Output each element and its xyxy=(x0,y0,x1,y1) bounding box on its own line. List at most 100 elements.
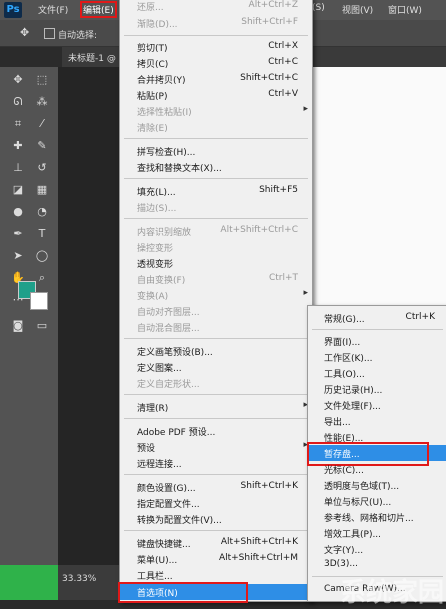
menu-item-shortcut: Ctrl+X xyxy=(268,41,298,51)
brush-tool-icon[interactable]: ✎ xyxy=(34,139,50,153)
menu-item-content-aware-scale[interactable]: 内容识别缩放 Alt+Shift+Ctrl+C xyxy=(120,223,312,239)
pen-tool-icon[interactable]: ✒ xyxy=(10,227,26,241)
healing-brush-icon[interactable]: ✚ xyxy=(10,139,26,153)
pref-3d[interactable]: 3D(3)... xyxy=(308,557,446,573)
menu-item-cut[interactable]: 剪切(T) Ctrl+X xyxy=(120,39,312,55)
menu-item-label: Adobe PDF 预设... xyxy=(137,428,216,438)
gradient-tool-icon[interactable]: ▦ xyxy=(34,183,50,197)
document-canvas[interactable] xyxy=(311,67,446,306)
menu-item-clear[interactable]: 清除(E) xyxy=(120,119,312,135)
menu-item-define-shape[interactable]: 定义自定形状... xyxy=(120,375,312,391)
pref-export[interactable]: 导出... xyxy=(308,413,446,429)
pref-scratch-disks[interactable]: 暂存盘... xyxy=(307,442,446,466)
menu-item-label: 拷贝(C) xyxy=(137,60,169,70)
menu-item-label: 首选项(N) xyxy=(137,589,178,599)
menu-item-presets[interactable]: 预设 ▸ xyxy=(120,439,312,455)
move-tool-icon[interactable]: ✥ xyxy=(10,73,26,87)
crop-tool-icon[interactable]: ⌗ xyxy=(10,117,26,131)
submenu-arrow-icon: ▸ xyxy=(303,288,308,298)
edit-menu: 还原... Alt+Ctrl+Z 渐隐(D)... Shift+Ctrl+F 剪切(… xyxy=(118,0,313,603)
pref-type[interactable]: 文字(Y)... xyxy=(308,541,446,557)
menu-item-find-replace[interactable]: 查找和替换文本(X)... xyxy=(120,159,312,175)
menu-divider xyxy=(124,338,308,339)
menu-item-label: 指定配置文件... xyxy=(137,500,200,510)
menu-item-define-pattern[interactable]: 定义图案... xyxy=(120,359,312,375)
menu-view[interactable]: 视图(V) xyxy=(342,3,373,16)
menu-item-stroke[interactable]: 描边(S)... xyxy=(120,199,312,215)
menu-item-label: 单位与标尺(U)... xyxy=(324,498,392,508)
menu-item-label: 粘贴(P) xyxy=(137,92,168,102)
screen-mode-icon[interactable]: ▭ xyxy=(34,319,50,333)
menu-item-toolbar[interactable]: 工具栏... xyxy=(120,567,312,583)
type-tool-icon[interactable]: T xyxy=(34,227,50,241)
pref-guides-grid-slices[interactable]: 参考线、网格和切片... xyxy=(308,509,446,525)
pref-transparency-gamut[interactable]: 透明度与色域(T)... xyxy=(308,477,446,493)
menu-item-color-settings[interactable]: 颜色设置(G)... Shift+Ctrl+K xyxy=(120,479,312,495)
lasso-tool-icon[interactable]: ᘏ xyxy=(10,95,26,109)
menu-item-auto-blend[interactable]: 自动混合图层... xyxy=(120,319,312,335)
menu-divider xyxy=(124,530,308,531)
menu-edit[interactable]: 编辑(E) xyxy=(80,1,117,18)
menu-window[interactable]: 窗口(W) xyxy=(388,3,422,16)
menu-item-spell-check[interactable]: 拼写检查(H)... xyxy=(120,143,312,159)
menu-item-convert-profile[interactable]: 转换为配置文件(V)... xyxy=(120,511,312,527)
pref-plugins[interactable]: 增效工具(P)... xyxy=(308,525,446,541)
document-tab[interactable]: 未标题-1 @ xyxy=(68,51,116,64)
menu-item-puppet-warp[interactable]: 操控变形 xyxy=(120,239,312,255)
menu-item-label: 导出... xyxy=(324,418,351,428)
menu-item-pdf-presets[interactable]: Adobe PDF 预设... xyxy=(120,423,312,439)
pref-general[interactable]: 常规(G)... Ctrl+K xyxy=(308,310,446,326)
menu-item-shortcut: Shift+F5 xyxy=(259,185,298,195)
background-color-swatch[interactable] xyxy=(30,292,48,310)
path-select-icon[interactable]: ➤ xyxy=(10,249,26,263)
stamp-tool-icon[interactable]: ⊥ xyxy=(10,161,26,175)
menu-item-paste-special[interactable]: 选择性粘贴(I) ▸ xyxy=(120,103,312,119)
menu-item-menus[interactable]: 菜单(U)... Alt+Shift+Ctrl+M xyxy=(120,551,312,567)
menu-file[interactable]: 文件(F) xyxy=(38,3,68,16)
eyedropper-tool-icon[interactable]: ⁄ xyxy=(34,117,50,131)
zoom-tool-icon[interactable]: ⌕ xyxy=(34,271,50,285)
pref-tools[interactable]: 工具(O)... xyxy=(308,365,446,381)
menu-item-copy[interactable]: 拷贝(C) Ctrl+C xyxy=(120,55,312,71)
menu-item-auto-align[interactable]: 自动对齐图层... xyxy=(120,303,312,319)
ellipse-tool-icon[interactable]: ◯ xyxy=(34,249,50,263)
menu-item-shortcut: Alt+Shift+Ctrl+K xyxy=(220,537,298,547)
pref-workspace[interactable]: 工作区(K)... xyxy=(308,349,446,365)
menu-item-label: 透视变形 xyxy=(137,260,174,270)
menu-item-undo[interactable]: 还原... Alt+Ctrl+Z xyxy=(120,0,312,14)
menu-item-keyboard-shortcuts[interactable]: 键盘快捷键... Alt+Shift+Ctrl+K xyxy=(120,535,312,551)
menu-item-assign-profile[interactable]: 指定配置文件... xyxy=(120,495,312,511)
move-tool-icon[interactable]: ✥ xyxy=(20,26,29,39)
menu-item-preferences[interactable]: 首选项(N) xyxy=(118,582,312,603)
menu-item-perspective-warp[interactable]: 透视变形 xyxy=(120,255,312,271)
quick-select-tool-icon[interactable]: ⁂ xyxy=(34,95,50,109)
menu-divider xyxy=(124,138,308,139)
menu-item-free-transform[interactable]: 自由变换(F) Ctrl+T xyxy=(120,271,312,287)
menu-item-label: 合并拷贝(Y) xyxy=(137,76,186,86)
menu-item-define-brush[interactable]: 定义画笔预设(B)... xyxy=(120,343,312,359)
submenu-arrow-icon: ▸ xyxy=(303,104,308,114)
history-brush-icon[interactable]: ↺ xyxy=(34,161,50,175)
menu-item-fill[interactable]: 填充(L)... Shift+F5 xyxy=(120,183,312,199)
pref-units-rulers[interactable]: 单位与标尺(U)... xyxy=(308,493,446,509)
blur-tool-icon[interactable]: ● xyxy=(10,205,26,219)
marquee-tool-icon[interactable]: ⬚ xyxy=(34,73,50,87)
pref-interface[interactable]: 界面(I)... xyxy=(308,333,446,349)
menu-item-label: 描边(S)... xyxy=(137,204,177,214)
menu-item-copy-merged[interactable]: 合并拷贝(Y) Shift+Ctrl+C xyxy=(120,71,312,87)
menu-item-shortcut: Shift+Ctrl+K xyxy=(240,481,298,491)
menu-select[interactable]: (S) xyxy=(312,3,325,13)
eraser-tool-icon[interactable]: ◪ xyxy=(10,183,26,197)
menu-item-transform[interactable]: 变换(A) ▸ xyxy=(120,287,312,303)
pref-cursors[interactable]: 光标(C)... xyxy=(308,461,446,477)
menu-item-purge[interactable]: 清理(R) ▸ xyxy=(120,399,312,415)
menu-item-fade[interactable]: 渐隐(D)... Shift+Ctrl+F xyxy=(120,15,312,31)
quick-mask-icon[interactable]: ◙ xyxy=(10,319,26,333)
menu-item-remote-connections[interactable]: 远程连接... xyxy=(120,455,312,471)
menu-item-paste[interactable]: 粘贴(P) Ctrl+V xyxy=(120,87,312,103)
auto-select-checkbox[interactable] xyxy=(44,28,55,39)
pref-file-handling[interactable]: 文件处理(F)... xyxy=(308,397,446,413)
menu-item-label: 3D(3)... xyxy=(324,559,358,569)
dodge-tool-icon[interactable]: ◔ xyxy=(34,205,50,219)
pref-history[interactable]: 历史记录(H)... xyxy=(308,381,446,397)
